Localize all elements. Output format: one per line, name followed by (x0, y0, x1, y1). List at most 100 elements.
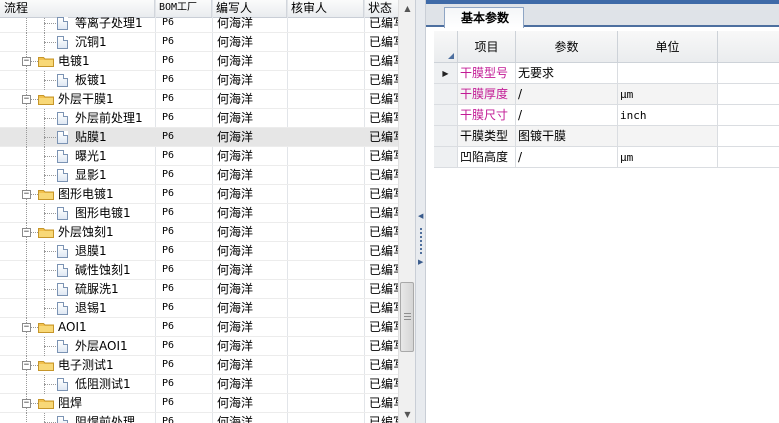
tree-row[interactable]: 阻焊前处理 P6 何海洋 已编写 (0, 413, 398, 423)
parameter-row[interactable]: ▶ 干膜型号 无要求 (434, 63, 779, 84)
tab-strip: 基本参数 (426, 0, 779, 28)
reviewer-cell (291, 299, 361, 317)
header-item[interactable]: 项目 (458, 31, 516, 63)
pane-splitter[interactable]: ◀ ▶ (415, 0, 426, 423)
collapse-icon[interactable]: − (22, 361, 31, 370)
param-value[interactable]: / (516, 84, 618, 105)
scroll-up-arrow-icon[interactable]: ▲ (399, 0, 416, 17)
bom-cell: P6 (162, 131, 175, 142)
document-icon (57, 17, 68, 30)
bom-cell: P6 (162, 359, 175, 370)
vertical-scrollbar[interactable]: ▲ ▼ (398, 0, 416, 423)
param-unit[interactable]: inch (618, 105, 718, 126)
tree-row[interactable]: 外层前处理1 P6 何海洋 已编写 (0, 109, 398, 128)
collapse-icon[interactable]: − (22, 323, 31, 332)
tree-row[interactable]: 退膜1 P6 何海洋 已编写 (0, 242, 398, 261)
param-item: 干膜型号 (458, 63, 516, 84)
param-value[interactable]: 图镀干膜 (516, 126, 618, 147)
reviewer-cell (291, 223, 361, 241)
tree-node-label: 图形电镀1 (58, 187, 114, 201)
row-indicator[interactable]: ▶ (434, 63, 458, 84)
tree-row[interactable]: − AOI1 P6 何海洋 已编写 (0, 318, 398, 337)
writer-cell: 何海洋 (217, 320, 254, 334)
tree-row[interactable]: 低阻测试1 P6 何海洋 已编写 (0, 375, 398, 394)
tree-row[interactable]: 退锡1 P6 何海洋 已编写 (0, 299, 398, 318)
bom-cell: P6 (162, 150, 175, 161)
tree-row[interactable]: − 电子测试1 P6 何海洋 已编写 (0, 356, 398, 375)
column-header-status[interactable]: 状态 (364, 0, 398, 17)
column-header-reviewer[interactable]: 核审人 (287, 0, 364, 17)
bom-cell: P6 (162, 245, 175, 256)
tree-line (26, 261, 27, 280)
folder-icon (38, 55, 54, 67)
tree-row[interactable]: 显影1 P6 何海洋 已编写 (0, 166, 398, 185)
tree-row[interactable]: − 外层干膜1 P6 何海洋 已编写 (0, 90, 398, 109)
tab-basic-params[interactable]: 基本参数 (444, 7, 525, 28)
tree-row[interactable]: − 阻焊 P6 何海洋 已编写 (0, 394, 398, 413)
param-value[interactable]: / (516, 105, 618, 126)
tree-node-label: 等离子处理1 (75, 17, 143, 30)
tree-row[interactable]: 硫脲洗1 P6 何海洋 已编写 (0, 280, 398, 299)
tree-row[interactable]: 碱性蚀刻1 P6 何海洋 已编写 (0, 261, 398, 280)
collapse-icon[interactable]: − (22, 190, 31, 199)
tree-row[interactable]: 图形电镀1 P6 何海洋 已编写 (0, 204, 398, 223)
header-param[interactable]: 参数 (516, 31, 618, 63)
tree-node-label: 显影1 (75, 168, 107, 182)
collapse-right-icon[interactable]: ▶ (418, 258, 423, 266)
param-unit[interactable] (618, 126, 718, 147)
row-indicator[interactable] (434, 84, 458, 105)
param-item: 干膜类型 (458, 126, 516, 147)
param-unit[interactable]: μm (618, 147, 718, 168)
parameter-row[interactable]: 干膜尺寸 / inch (434, 105, 779, 126)
tree-row[interactable]: − 外层蚀刻1 P6 何海洋 已编写 (0, 223, 398, 242)
tree-row[interactable]: 贴膜1 P6 何海洋 已编写 (0, 128, 398, 147)
collapse-icon[interactable]: − (22, 228, 31, 237)
parameter-row[interactable]: 干膜类型 图镀干膜 (434, 126, 779, 147)
column-header-flow[interactable]: 流程 (0, 0, 155, 17)
reviewer-cell (291, 375, 361, 393)
tree-row[interactable]: 板镀1 P6 何海洋 已编写 (0, 71, 398, 90)
document-icon (57, 150, 68, 163)
tree-row[interactable]: 等离子处理1 P6 何海洋 已编写 (0, 17, 398, 33)
reviewer-cell (291, 52, 361, 70)
grip-line (404, 319, 411, 320)
tree-row[interactable]: − 电镀1 P6 何海洋 已编写 (0, 52, 398, 71)
param-value[interactable]: / (516, 147, 618, 168)
tree-line (26, 413, 27, 423)
parameter-row[interactable]: 干膜厚度 / μm (434, 84, 779, 105)
tree-row[interactable]: 沉铜1 P6 何海洋 已编写 (0, 33, 398, 52)
row-indicator[interactable] (434, 147, 458, 168)
tree-line (26, 71, 27, 90)
scroll-down-arrow-icon[interactable]: ▼ (399, 406, 416, 423)
tree-line (26, 33, 27, 52)
tree-node-label: 外层AOI1 (75, 339, 128, 353)
parameter-row[interactable]: 凹陷高度 / μm (434, 147, 779, 168)
row-indicator[interactable] (434, 105, 458, 126)
tree-node-label: 硫脲洗1 (75, 282, 119, 296)
reviewer-cell (291, 166, 361, 184)
column-header-writer[interactable]: 编写人 (212, 0, 287, 17)
tree-row[interactable]: − 图形电镀1 P6 何海洋 已编写 (0, 185, 398, 204)
tree-node-label: 退锡1 (75, 301, 107, 315)
tree-node-label: 电子测试1 (58, 358, 114, 372)
header-unit[interactable]: 单位 (618, 31, 718, 63)
scrollbar-thumb[interactable] (400, 282, 414, 352)
row-indicator[interactable] (434, 126, 458, 147)
tree-row[interactable]: 曝光1 P6 何海洋 已编写 (0, 147, 398, 166)
collapse-icon[interactable]: − (22, 57, 31, 66)
tree-line (26, 128, 27, 147)
param-unit[interactable]: μm (618, 84, 718, 105)
tree-row[interactable]: 外层AOI1 P6 何海洋 已编写 (0, 337, 398, 356)
param-unit[interactable] (618, 63, 718, 84)
tree-node-label: 阻焊前处理 (75, 415, 136, 423)
accent-bar (426, 0, 779, 4)
writer-cell: 何海洋 (217, 301, 254, 315)
collapse-icon[interactable]: − (22, 399, 31, 408)
param-value[interactable]: 无要求 (516, 63, 618, 84)
tree-node-label: 曝光1 (75, 149, 107, 163)
bom-cell: P6 (162, 169, 175, 180)
column-header-bom[interactable]: BOM工厂 (155, 0, 212, 17)
collapse-left-icon[interactable]: ◀ (418, 212, 423, 220)
collapse-icon[interactable]: − (22, 95, 31, 104)
writer-cell: 何海洋 (217, 377, 254, 391)
